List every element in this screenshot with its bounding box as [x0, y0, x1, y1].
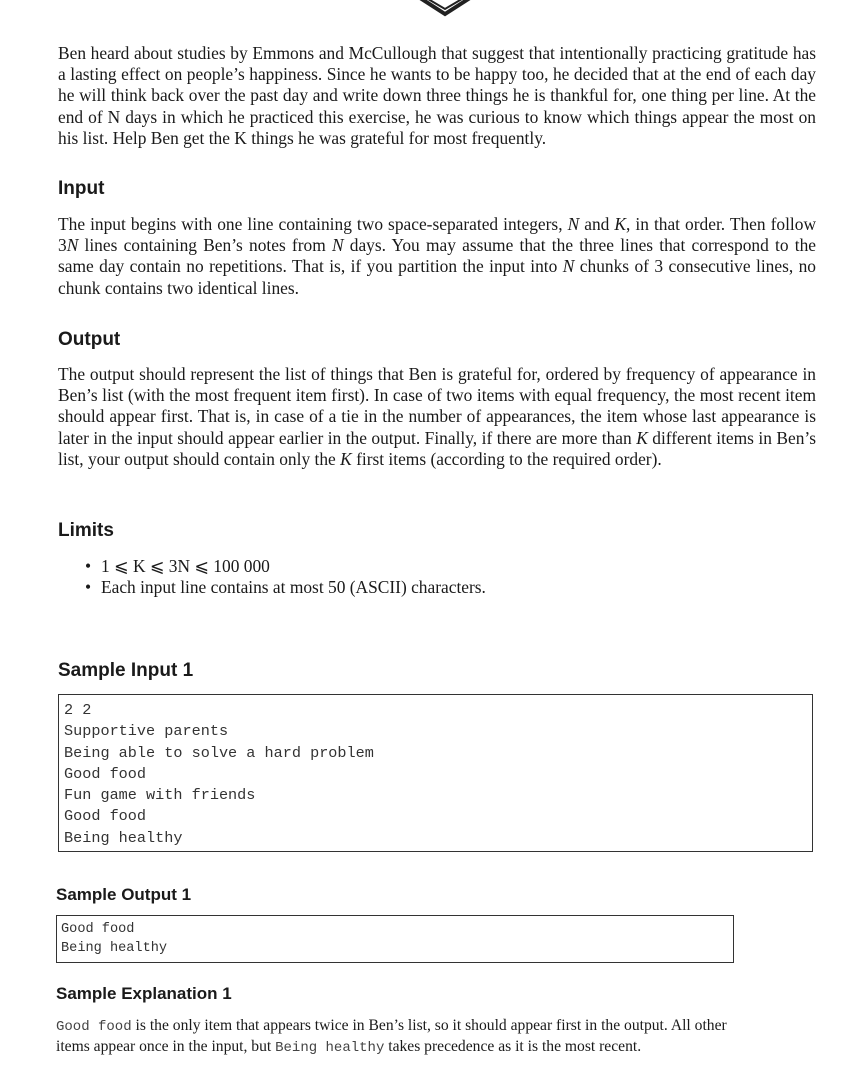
- problem-intro: Ben heard about studies by Emmons and Mc…: [58, 43, 816, 148]
- sample-input-line: Fun game with friends: [64, 786, 256, 805]
- output-description: The output should represent the list of …: [58, 364, 816, 469]
- sample-input-line: 2 2: [64, 701, 92, 719]
- sample-input-line: Being healthy: [64, 828, 183, 847]
- sample-input-box: 2 2 Supportive parents Being able to solve…: [58, 694, 813, 852]
- sample-input-heading: Sample Input 1: [58, 660, 194, 681]
- bullet-icon: •: [85, 556, 92, 576]
- sample-input-line: Good food: [64, 807, 147, 826]
- limits-item-text: Each input line contains at most 50 (ASC…: [101, 577, 486, 598]
- sample-input-line: Supportive parents: [64, 722, 229, 741]
- sample-input-line: Good food: [64, 764, 147, 783]
- sample-output-line: Being healthy: [61, 941, 168, 956]
- sample-input-line: Being able to solve a hard problem: [64, 743, 374, 762]
- input-description: The input begins with one line containin…: [58, 214, 817, 298]
- input-heading: Input: [58, 178, 105, 199]
- sample-output-box: Good food Being healthy: [56, 915, 734, 963]
- limits-item: • Each input line contains at most 50 (AS…: [58, 577, 486, 598]
- limits-list: • 1 ⩽ K ⩽ 3N ⩽ 100 000 • Each input line c…: [58, 556, 486, 598]
- limits-item-text: 1 ⩽ K ⩽ 3N ⩽ 100 000: [101, 556, 270, 576]
- limits-heading: Limits: [58, 520, 114, 541]
- sample-explanation-text: Good food is the only item that appears …: [56, 1017, 727, 1056]
- bullet-icon: •: [85, 577, 92, 598]
- sample-explanation-heading: Sample Explanation 1: [56, 984, 232, 1003]
- output-heading: Output: [58, 329, 121, 350]
- limits-item: • 1 ⩽ K ⩽ 3N ⩽ 100 000: [58, 556, 486, 577]
- sample-output-line: Good food: [61, 922, 135, 937]
- contest-logo-icon: [419, 0, 471, 17]
- sample-output-heading: Sample Output 1: [56, 885, 192, 904]
